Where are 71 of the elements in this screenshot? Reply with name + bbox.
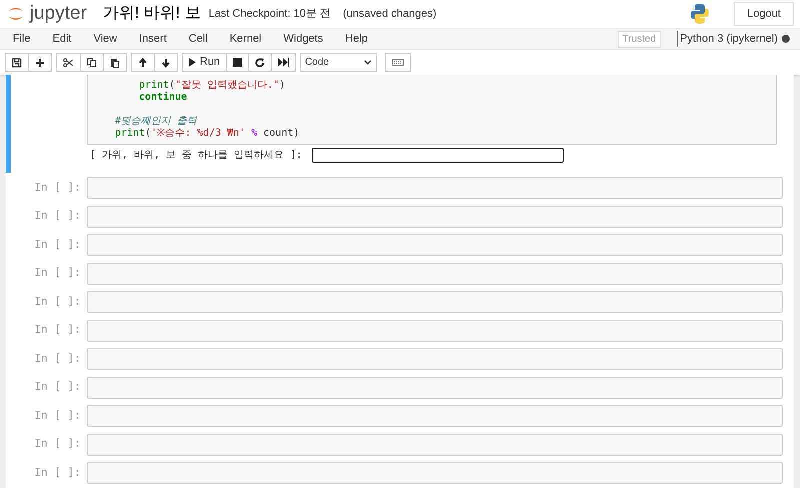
copy-icon bbox=[87, 58, 97, 68]
menu-item[interactable]: Help bbox=[334, 30, 379, 48]
code-cell[interactable] bbox=[87, 405, 783, 427]
plus-button[interactable] bbox=[28, 53, 52, 72]
clipboard-button[interactable] bbox=[103, 53, 127, 72]
kernel-name: Python 3 (ipykernel) bbox=[680, 32, 778, 47]
menu-item[interactable]: View bbox=[82, 30, 128, 48]
code-line: continue bbox=[138, 92, 188, 104]
keyboard-icon bbox=[392, 59, 404, 66]
cell-prompt: In [ ]: bbox=[34, 236, 82, 253]
cell-prompt: In [ ]: bbox=[34, 294, 82, 310]
clipboard-icon bbox=[110, 58, 120, 68]
menu-item[interactable]: Insert bbox=[128, 30, 178, 48]
play-icon bbox=[189, 58, 196, 67]
code-editor[interactable]: print("잘못 입력했습니다.") continue #몇승째인지 출력 print('※승수: %d/3 ₩n' % count) bbox=[87, 75, 777, 145]
menu-item[interactable]: Widgets bbox=[272, 30, 334, 48]
code-line: #몇승째인지 출력 bbox=[114, 116, 198, 128]
input-prompt: [ 가위, 바위, 보 중 하나를 입력하세요 ]: bbox=[90, 149, 304, 163]
cell-prompt: In [ ]: bbox=[34, 379, 82, 396]
code-line: print('※승수: %d/3 ₩n' % count) bbox=[114, 128, 301, 140]
cell-prompt: In [ ]: bbox=[34, 208, 82, 224]
menu-item[interactable]: Kernel bbox=[218, 30, 273, 48]
save-button[interactable] bbox=[5, 53, 29, 72]
logout-button[interactable]: Logout bbox=[734, 2, 794, 26]
fast-forward-button[interactable] bbox=[271, 53, 296, 72]
code-cell[interactable] bbox=[87, 177, 783, 199]
keyboard-button[interactable] bbox=[385, 53, 412, 72]
menu-item[interactable]: Edit bbox=[42, 30, 83, 48]
cell-prompt: In [ ]: bbox=[34, 322, 82, 338]
code-cell[interactable] bbox=[87, 262, 783, 284]
python-logo-icon bbox=[690, 3, 710, 25]
code-cell[interactable] bbox=[87, 376, 783, 398]
stop-icon bbox=[233, 58, 242, 67]
code-cell[interactable] bbox=[87, 291, 783, 313]
code-cell[interactable] bbox=[87, 206, 783, 228]
notebook-title[interactable]: 가위! 바위! 보 bbox=[103, 2, 201, 26]
arrow-up-button[interactable] bbox=[131, 53, 155, 72]
arrow-down-icon bbox=[161, 58, 171, 68]
cell-type-dropdown[interactable]: Code bbox=[300, 53, 378, 72]
fast-forward-icon bbox=[278, 58, 290, 67]
code-cell[interactable] bbox=[87, 434, 783, 456]
cell-prompt: In [ ]: bbox=[34, 265, 82, 282]
plus-icon bbox=[35, 58, 45, 68]
menu-item[interactable]: File bbox=[2, 30, 42, 48]
cell-prompt: In [ ]: bbox=[34, 180, 82, 196]
restart-button[interactable] bbox=[248, 53, 272, 72]
copy-button[interactable] bbox=[80, 53, 104, 72]
scissors-icon bbox=[63, 58, 74, 68]
code-cell[interactable] bbox=[87, 348, 783, 370]
code-line: print("잘못 입력했습니다.") bbox=[138, 80, 286, 92]
stop-button[interactable] bbox=[226, 53, 250, 72]
cell-prompt: In [ ]: bbox=[34, 464, 82, 481]
restart-icon bbox=[255, 58, 266, 68]
cell-prompt: In [ ]: bbox=[34, 408, 82, 424]
save-icon bbox=[12, 58, 22, 68]
cell-prompt: In [ ]: bbox=[34, 436, 82, 452]
code-cell[interactable] bbox=[87, 462, 783, 484]
input-field[interactable] bbox=[312, 148, 564, 163]
arrow-down-button[interactable] bbox=[154, 53, 178, 72]
checkpoint-text: Last Checkpoint: 10분 전 bbox=[208, 6, 332, 22]
menu-item[interactable]: Cell bbox=[178, 30, 219, 48]
code-cell[interactable] bbox=[87, 234, 783, 256]
code-cell[interactable] bbox=[87, 320, 783, 342]
cell-prompt: In [ ]: bbox=[34, 350, 82, 367]
kernel-status-icon bbox=[782, 35, 790, 43]
save-status: (unsaved changes) bbox=[343, 6, 437, 22]
scissors-button[interactable] bbox=[56, 53, 81, 72]
chevron-down-icon bbox=[364, 60, 372, 65]
run-button[interactable]: Run bbox=[182, 53, 228, 72]
arrow-up-icon bbox=[138, 58, 148, 68]
logo-text: jupyter bbox=[30, 2, 88, 26]
